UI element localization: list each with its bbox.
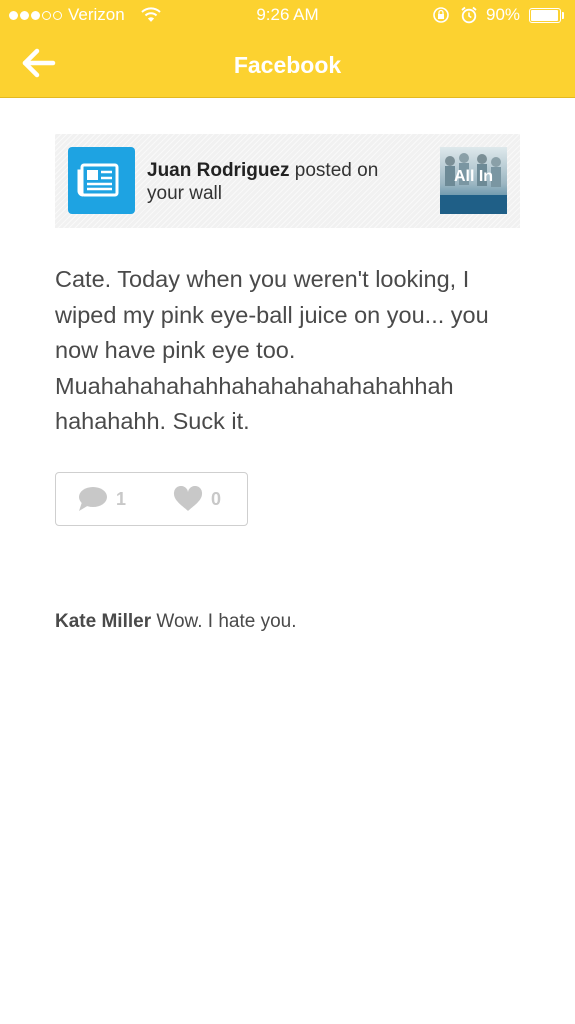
comment-count: 1 [116,488,127,509]
comment-text: Wow. I hate you. [156,611,297,632]
post-thumbnail[interactable]: All In [440,147,507,214]
comment-item: Kate Miller Wow. I hate you. [55,611,297,633]
like-count: 0 [211,488,222,509]
post-actions: 1 0 [55,472,248,526]
notification-text: Juan Rodriguez posted on your wall [147,159,417,205]
like-button[interactable]: 0 [173,486,221,512]
notification-actor[interactable]: Juan Rodriguez [147,160,290,181]
battery-level-fill [531,10,558,21]
newspaper-icon [68,147,135,214]
battery-icon [529,8,561,23]
comment-author[interactable]: Kate Miller [55,611,151,632]
app-header: Verizon 9:26 AM 90% Facebook [0,0,575,98]
rotation-lock-icon [432,6,450,29]
battery-percentage: 90% [486,5,521,24]
battery-tip [562,12,564,19]
alarm-icon [460,6,478,29]
post-body: Cate. Today when you weren't looking, I … [55,266,489,434]
comment-button[interactable]: 1 [76,486,126,512]
speech-bubble-icon [79,487,107,511]
wall-post-notification[interactable]: Juan Rodriguez posted on your wall All I… [55,134,520,228]
heart-icon [173,486,203,511]
status-bar: Verizon 9:26 AM 90% [0,0,575,32]
thumbnail-text: All In [453,168,494,185]
page-title: Facebook [233,52,342,78]
